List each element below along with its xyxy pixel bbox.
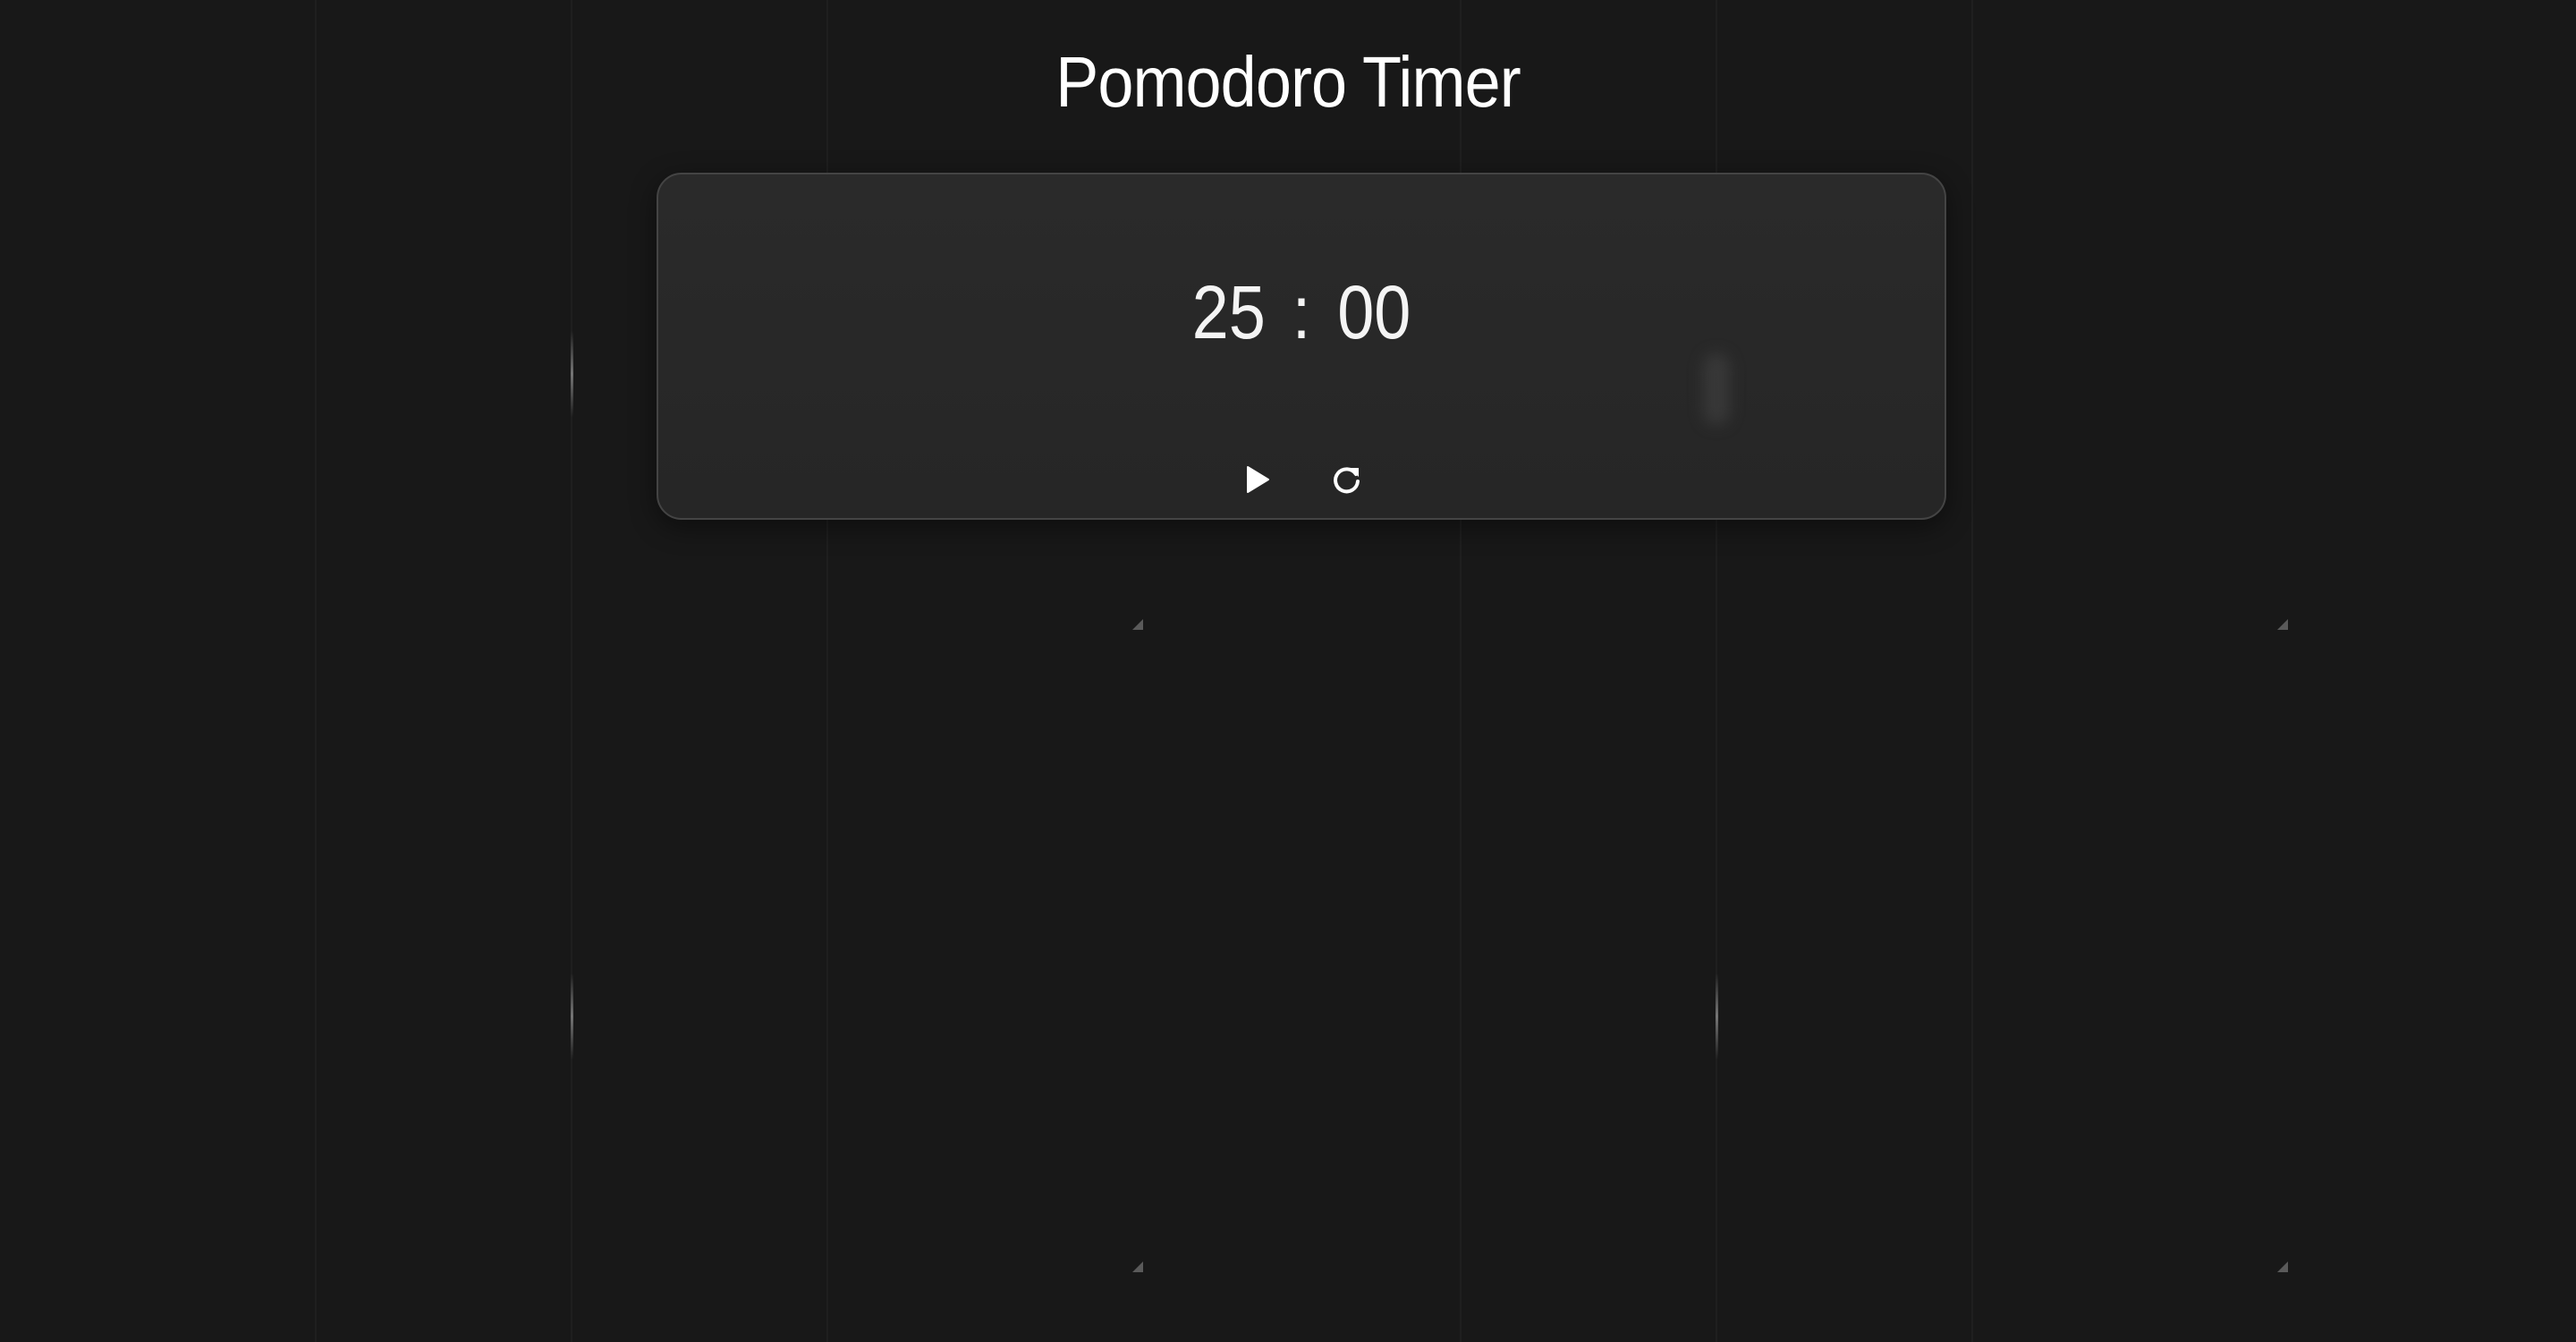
page-title: Pomodoro Timer bbox=[1055, 42, 1521, 122]
corner-mark bbox=[1132, 619, 1143, 630]
reset-button[interactable] bbox=[1325, 457, 1369, 502]
corner-mark bbox=[2277, 619, 2288, 630]
play-button[interactable] bbox=[1235, 457, 1280, 502]
grid-glint bbox=[571, 973, 573, 1059]
time-display: 25:00 bbox=[735, 268, 1867, 357]
play-icon bbox=[1247, 466, 1269, 493]
grid-line bbox=[315, 0, 317, 1342]
reset-icon bbox=[1334, 467, 1360, 494]
timer-card: 25:00 bbox=[657, 173, 1946, 520]
time-separator: : bbox=[1292, 270, 1311, 354]
seconds-value: 00 bbox=[1337, 270, 1411, 354]
grid-glint bbox=[1716, 973, 1718, 1059]
corner-mark bbox=[1132, 1261, 1143, 1272]
grid-line bbox=[571, 0, 572, 1342]
timer-controls bbox=[658, 457, 1945, 502]
corner-mark bbox=[2277, 1261, 2288, 1272]
blur-spot bbox=[1703, 353, 1730, 425]
grid-glint bbox=[571, 331, 573, 417]
minutes-value: 25 bbox=[1191, 270, 1266, 354]
grid-line bbox=[1971, 0, 1973, 1342]
